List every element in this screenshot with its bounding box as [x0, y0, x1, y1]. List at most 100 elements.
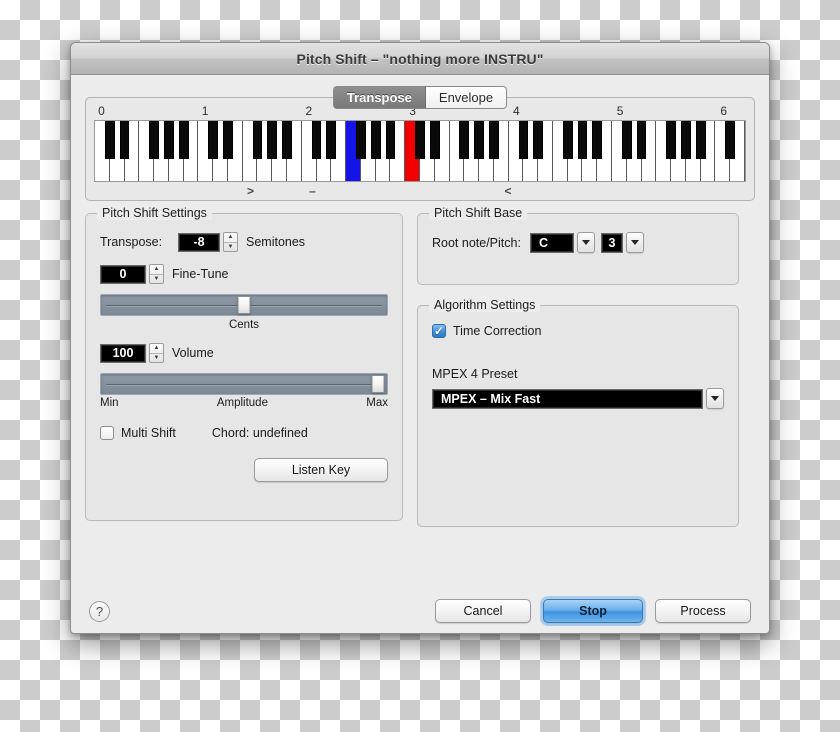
transpose-stepper[interactable]: ▲ ▼	[223, 232, 238, 252]
right-column: Pitch Shift Base Root note/Pitch: C 3 Al…	[417, 206, 739, 527]
pitch-shift-settings-group: Pitch Shift Settings Transpose: -8 ▲ ▼ S…	[85, 206, 403, 521]
black-key[interactable]	[666, 121, 676, 159]
tab-bar: Transpose Envelope	[332, 86, 508, 109]
amplitude-slider-groove	[106, 384, 382, 386]
black-key[interactable]	[592, 121, 603, 159]
mpex-preset-label: MPEX 4 Preset	[432, 367, 518, 381]
black-key[interactable]	[415, 121, 425, 159]
window-title: Pitch Shift – "nothing more INSTRU"	[296, 50, 544, 67]
semitones-label: Semitones	[246, 235, 306, 249]
black-key[interactable]	[149, 121, 159, 159]
time-correction-label: Time Correction	[453, 324, 542, 338]
black-key[interactable]	[208, 121, 219, 159]
black-key[interactable]	[267, 121, 278, 159]
fine-tune-stepper-down[interactable]: ▼	[150, 275, 163, 284]
listen-key-button[interactable]: Listen Key	[254, 458, 388, 482]
cents-label: Cents	[228, 319, 260, 331]
pitch-shift-settings-label: Pitch Shift Settings	[97, 206, 212, 220]
black-key[interactable]	[621, 121, 632, 159]
black-key[interactable]	[385, 121, 396, 159]
keyboard-marker[interactable]: <	[505, 184, 512, 198]
black-key[interactable]	[488, 121, 499, 159]
time-correction-row: Time Correction	[432, 324, 724, 338]
black-key[interactable]	[119, 121, 130, 159]
black-key[interactable]	[533, 121, 544, 159]
black-key[interactable]	[311, 121, 322, 159]
root-note-value[interactable]: C	[529, 232, 574, 253]
piano-keyboard[interactable]	[94, 120, 746, 182]
volume-input[interactable]: 100	[100, 343, 146, 363]
algorithm-settings-group: Algorithm Settings Time Correction MPEX …	[417, 298, 739, 527]
multi-shift-checkbox[interactable]	[100, 426, 114, 440]
black-key[interactable]	[223, 121, 233, 159]
settings-columns: Pitch Shift Settings Transpose: -8 ▲ ▼ S…	[85, 206, 755, 527]
octave-label: 6	[720, 104, 728, 118]
amplitude-min-label: Min	[100, 397, 119, 409]
fine-tune-input[interactable]: 0	[100, 264, 146, 284]
octave-label: 5	[616, 104, 624, 118]
dialog-footer: ? Cancel Stop Process	[71, 589, 769, 633]
black-key[interactable]	[725, 121, 736, 159]
cents-slider-thumb[interactable]	[237, 296, 251, 314]
cancel-button[interactable]: Cancel	[435, 599, 531, 623]
black-key[interactable]	[178, 121, 189, 159]
time-correction-checkbox[interactable]	[432, 324, 446, 338]
pitch-octave-value[interactable]: 3	[600, 232, 623, 253]
volume-stepper-down[interactable]: ▼	[150, 354, 163, 363]
black-key[interactable]	[636, 121, 647, 159]
volume-stepper[interactable]: ▲ ▼	[149, 343, 164, 363]
black-key[interactable]	[459, 121, 470, 159]
tab-transpose[interactable]: Transpose	[332, 86, 426, 109]
octave-label: 4	[512, 104, 520, 118]
black-key[interactable]	[104, 121, 115, 159]
mpex-preset-chevron-down-icon[interactable]	[706, 388, 724, 409]
cents-slider[interactable]	[100, 294, 388, 316]
algorithm-settings-label: Algorithm Settings	[429, 298, 541, 312]
listen-key-row: Listen Key	[100, 458, 388, 482]
keyboard-group: 0123456 > – <	[85, 97, 755, 201]
black-key[interactable]	[695, 121, 706, 159]
fine-tune-stepper[interactable]: ▲ ▼	[149, 264, 164, 284]
pitch-shift-dialog: Pitch Shift – "nothing more INSTRU" Tran…	[70, 42, 770, 634]
black-key[interactable]	[282, 121, 292, 159]
pitch-octave-chevron-down-icon[interactable]	[625, 232, 644, 253]
footer-buttons: Cancel Stop Process	[435, 599, 751, 623]
amplitude-slider-thumb[interactable]	[371, 375, 385, 393]
amplitude-slider[interactable]	[100, 373, 388, 395]
black-key[interactable]	[163, 121, 174, 159]
window-titlebar[interactable]: Pitch Shift – "nothing more INSTRU"	[71, 43, 769, 75]
root-note-row: Root note/Pitch: C 3	[432, 232, 724, 253]
black-key[interactable]	[429, 121, 440, 159]
transpose-stepper-up[interactable]: ▲	[224, 233, 237, 243]
black-key[interactable]	[326, 121, 337, 159]
root-note-chevron-down-icon[interactable]	[576, 232, 595, 253]
root-note-label: Root note/Pitch:	[432, 235, 521, 250]
keyboard-marker[interactable]: >	[247, 184, 254, 198]
black-key[interactable]	[577, 121, 588, 159]
black-key[interactable]	[562, 121, 573, 159]
octave-label: 1	[201, 104, 209, 118]
left-column: Pitch Shift Settings Transpose: -8 ▲ ▼ S…	[85, 206, 403, 527]
fine-tune-label: Fine-Tune	[172, 267, 229, 281]
tab-envelope[interactable]: Envelope	[425, 86, 508, 109]
black-key[interactable]	[356, 121, 366, 159]
volume-stepper-up[interactable]: ▲	[150, 344, 163, 354]
keyboard-marker[interactable]: –	[309, 184, 316, 198]
black-key[interactable]	[252, 121, 263, 159]
transpose-stepper-down[interactable]: ▼	[224, 243, 237, 252]
mpex-preset-value[interactable]: MPEX – Mix Fast	[432, 388, 703, 409]
mpex-preset-row: MPEX – Mix Fast	[432, 388, 724, 409]
transpose-input[interactable]: -8	[178, 232, 220, 252]
black-key[interactable]	[370, 121, 381, 159]
black-key[interactable]	[681, 121, 691, 159]
transpose-label: Transpose:	[100, 235, 163, 249]
amplitude-max-label: Max	[366, 397, 388, 409]
chord-status: Chord: undefined	[211, 426, 308, 440]
keyboard-marker-row: > – <	[94, 182, 746, 202]
fine-tune-stepper-up[interactable]: ▲	[150, 265, 163, 275]
black-key[interactable]	[474, 121, 484, 159]
stop-button[interactable]: Stop	[543, 599, 643, 623]
help-button[interactable]: ?	[89, 600, 110, 622]
process-button[interactable]: Process	[655, 599, 751, 623]
black-key[interactable]	[518, 121, 529, 159]
